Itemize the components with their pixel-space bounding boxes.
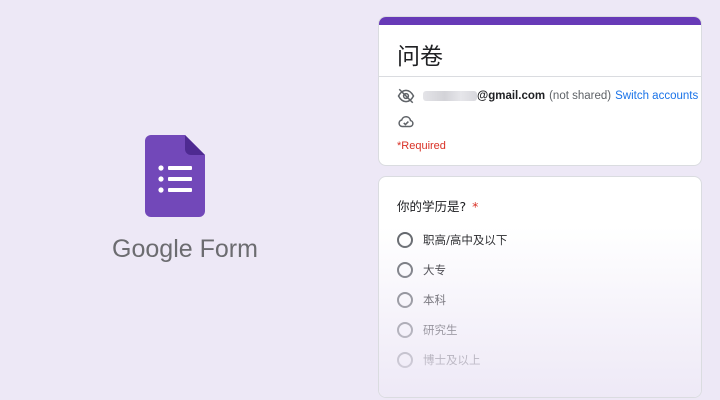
required-star: * <box>472 199 479 214</box>
radio-button-icon[interactable] <box>397 232 413 248</box>
question-text: 你的学历是? <box>397 199 467 214</box>
radio-button-icon[interactable] <box>397 292 413 308</box>
account-row: @gmail.com (not shared) Switch accounts <box>397 87 698 105</box>
radio-option[interactable]: 博士及以上 <box>397 351 481 369</box>
branding-panel: Google Form <box>0 0 370 400</box>
header-divider <box>379 76 701 77</box>
option-label: 职高/高中及以下 <box>423 233 508 247</box>
required-note: *Required <box>397 140 446 152</box>
radio-button-icon[interactable] <box>397 262 413 278</box>
option-label: 大专 <box>423 263 446 277</box>
header-accent-bar <box>379 17 701 25</box>
not-shared-note: (not shared) <box>549 90 612 102</box>
form-column: 问卷 @gmail.com (not shared) Switch accoun… <box>378 16 702 398</box>
radio-option[interactable]: 职高/高中及以下 <box>397 231 507 249</box>
google-forms-logo-icon <box>145 135 205 217</box>
email-domain: @gmail.com <box>477 90 546 102</box>
redacted-email-username <box>423 91 477 101</box>
radio-option[interactable]: 研究生 <box>397 321 458 339</box>
form-header-card: 问卷 @gmail.com (not shared) Switch accoun… <box>378 16 702 166</box>
radio-button-icon[interactable] <box>397 322 413 338</box>
brand-name: Google Form <box>112 235 258 263</box>
option-label: 研究生 <box>423 323 458 337</box>
radio-button-icon[interactable] <box>397 352 413 368</box>
scroll-fade-overlay <box>379 227 701 397</box>
switch-accounts-link[interactable]: Switch accounts <box>615 90 698 102</box>
question-title: 你的学历是? * <box>397 196 478 215</box>
option-label: 博士及以上 <box>423 353 481 367</box>
option-label: 本科 <box>423 293 446 307</box>
cloud-check-icon <box>397 113 415 131</box>
question-card: 你的学历是? * 职高/高中及以下 大专 本科 研究生 博士及以上 <box>378 176 702 398</box>
form-title: 问卷 <box>397 44 443 70</box>
eye-off-icon <box>397 87 415 105</box>
radio-option[interactable]: 本科 <box>397 291 446 309</box>
radio-option[interactable]: 大专 <box>397 261 446 279</box>
